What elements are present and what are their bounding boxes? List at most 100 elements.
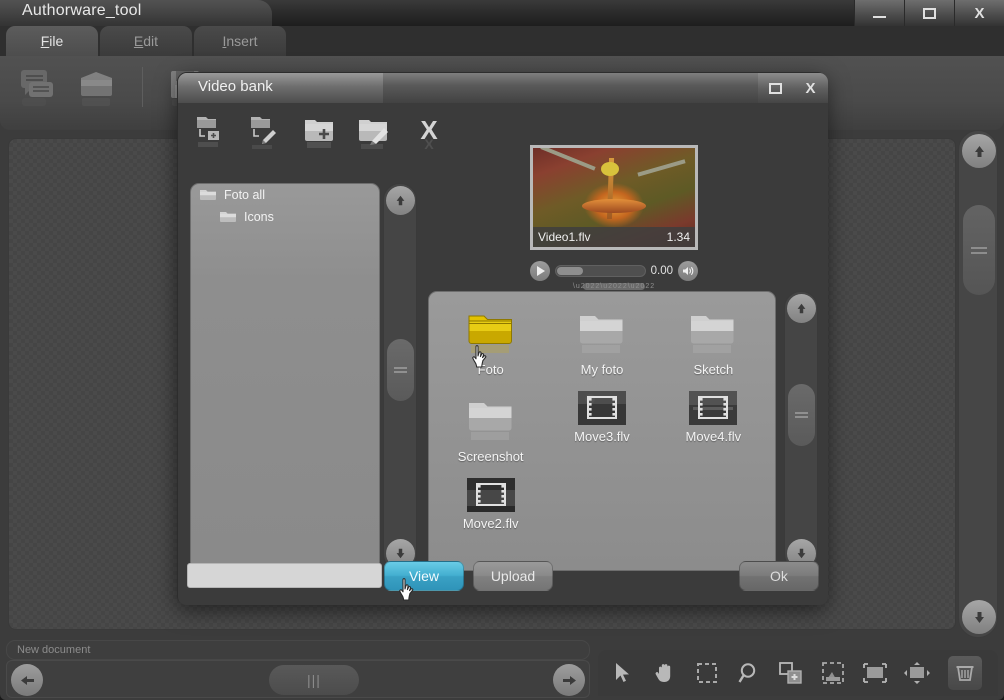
seek-fill (557, 267, 583, 275)
file-item-foto[interactable]: Foto (437, 304, 544, 377)
dialog-title: Video bank (198, 78, 273, 95)
file-item-screenshot[interactable]: Screenshot (437, 391, 544, 464)
file-grid-panel[interactable]: Foto My foto Sketch Screenshot Move3.flv… (428, 291, 776, 571)
open-folder-icon[interactable] (76, 64, 120, 110)
toolbar-separator (142, 67, 143, 107)
file-item-label: Move4.flv (685, 429, 742, 444)
timeline-prev-button[interactable] (11, 664, 43, 696)
play-button[interactable] (530, 261, 550, 281)
dialog-toolbar: X X (192, 111, 450, 153)
dialog-maximize-button[interactable] (758, 73, 793, 103)
tab-insert[interactable]: Insert (194, 26, 286, 56)
seek-slider[interactable] (555, 265, 646, 277)
maximize-button[interactable] (904, 0, 954, 26)
tree-item-foto-all[interactable]: Foto all (191, 184, 379, 206)
file-item-move3[interactable]: Move3.flv (548, 391, 655, 464)
folder-new-icon[interactable] (300, 111, 342, 153)
close-icon: X (974, 4, 985, 22)
tree-vertical-scrollbar[interactable] (383, 183, 417, 571)
video-preview[interactable]: Video1.flv 1.34 (530, 145, 698, 250)
folder-icon (686, 304, 740, 358)
folder-icon (575, 304, 629, 358)
status-document-label: New document (17, 644, 91, 656)
file-item-move2[interactable]: Move2.flv (437, 478, 544, 531)
grid-scroll-handle-grip (795, 412, 808, 418)
folder-edit-sub-icon[interactable] (246, 111, 288, 153)
minimize-button[interactable] (854, 0, 904, 26)
dialog-close-button[interactable]: X (793, 73, 828, 103)
tree-scroll-handle[interactable] (387, 339, 414, 401)
timeline-next-button[interactable] (553, 664, 585, 696)
file-item-label: Screenshot (457, 449, 524, 464)
dialog-body: X X Foto all Icons Video1.flv 1.34 0.00 … (178, 103, 828, 605)
file-item-move4[interactable]: Move4.flv (660, 391, 767, 464)
grid-scroll-handle[interactable] (788, 384, 815, 446)
close-icon: X (805, 79, 816, 97)
scroll-down-button[interactable] (962, 600, 996, 634)
maximize-icon (769, 82, 782, 94)
canvas-vertical-scrollbar[interactable] (958, 130, 998, 638)
path-input[interactable] (187, 563, 382, 588)
file-item-label: Sketch (693, 362, 734, 377)
close-button[interactable]: X (954, 0, 1004, 26)
preview-resize-grip: \u2022\u2022\u2022 (572, 283, 656, 290)
thumb-tower-top (601, 161, 620, 176)
menu-tab-bar: File Edit Insert (0, 26, 1004, 56)
upload-button-label: Upload (490, 568, 536, 584)
grid-scroll-up-button[interactable] (787, 294, 816, 323)
file-item-my-foto[interactable]: My foto (548, 304, 655, 377)
zoom-magnifier-icon[interactable] (732, 656, 766, 690)
grid-vertical-scrollbar[interactable] (784, 291, 818, 571)
status-bar: New document (6, 640, 590, 660)
file-item-label: Foto (477, 362, 504, 377)
folder-tree-panel[interactable]: Foto all Icons (190, 183, 380, 571)
video-filename: Video1.flv (538, 230, 591, 244)
dialog-footer: View Upload Ok (178, 557, 828, 601)
thumb-road-2 (637, 159, 685, 177)
delete-x-icon[interactable]: X X (408, 111, 450, 153)
preview-resize-handle[interactable]: \u2022\u2022\u2022 (573, 283, 654, 290)
folder-icon (464, 391, 518, 445)
tab-file[interactable]: File (6, 26, 98, 56)
video-duration: 1.34 (666, 230, 690, 244)
crop-icon[interactable] (816, 656, 850, 690)
timeline-handle-grip: ||| (307, 672, 321, 688)
dialog-title-bar[interactable]: Video bank X (178, 73, 828, 103)
volume-button[interactable] (678, 261, 698, 281)
file-item-label: My foto (580, 362, 624, 377)
timeline-slider[interactable]: ||| (6, 660, 590, 698)
video-player-controls: 0.00 (530, 261, 698, 281)
tree-item-icons[interactable]: Icons (191, 206, 379, 228)
tab-file-label: File (40, 33, 64, 49)
timeline-handle[interactable]: ||| (269, 665, 359, 695)
current-time: 0.00 (650, 265, 673, 277)
add-object-icon[interactable] (774, 656, 808, 690)
ok-button[interactable]: Ok (739, 561, 819, 591)
video-file-icon (689, 391, 738, 425)
hand-pan-icon[interactable] (648, 656, 682, 690)
thumb-road-1 (540, 148, 597, 171)
folder-icon (199, 188, 217, 202)
app-root: Authorware_tool X File Edit Insert New d… (0, 0, 1004, 700)
view-button-label: View (408, 568, 440, 584)
app-title: Authorware_tool (22, 2, 142, 19)
upload-button[interactable]: Upload (473, 561, 553, 591)
tab-edit-label: Edit (133, 33, 159, 49)
folder-rename-icon[interactable] (354, 111, 396, 153)
fit-width-icon[interactable] (858, 656, 892, 690)
scroll-handle[interactable] (963, 205, 995, 295)
comment-icon[interactable] (16, 64, 60, 110)
file-item-sketch[interactable]: Sketch (660, 304, 767, 377)
scroll-up-button[interactable] (962, 134, 996, 168)
tree-scroll-up-button[interactable] (386, 186, 415, 215)
tab-edit[interactable]: Edit (100, 26, 192, 56)
folder-add-sub-icon[interactable] (192, 111, 234, 153)
file-grid: Foto My foto Sketch Screenshot Move3.flv… (437, 304, 767, 531)
view-button[interactable]: View (384, 561, 464, 591)
title-bar: Authorware_tool X (0, 0, 1004, 26)
trash-icon[interactable] (948, 656, 982, 690)
marquee-select-icon[interactable] (690, 656, 724, 690)
select-arrow-icon[interactable] (606, 656, 640, 690)
fit-height-icon[interactable] (900, 656, 934, 690)
dialog-window-controls: X (758, 73, 828, 103)
